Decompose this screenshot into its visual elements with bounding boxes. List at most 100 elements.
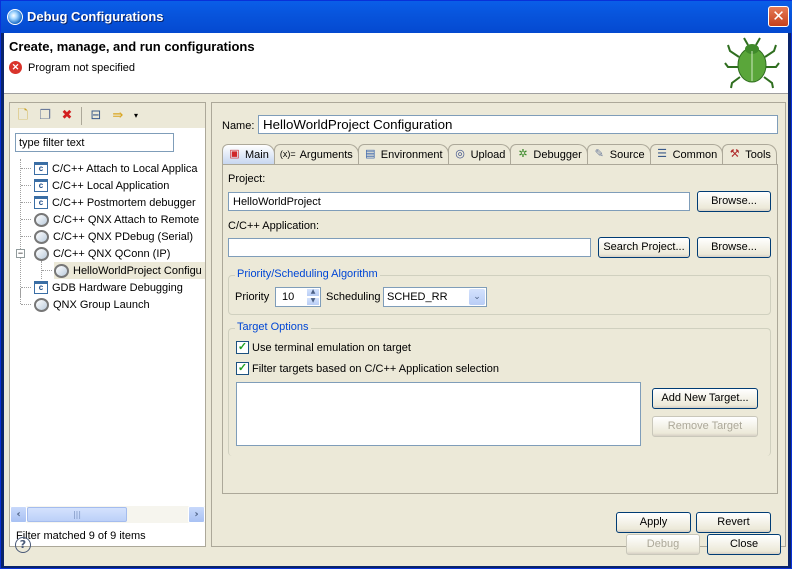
checkbox-checked-icon[interactable]: ✓	[236, 362, 249, 375]
revert-button[interactable]: Revert	[696, 512, 771, 533]
tree-item[interactable]: c C/C++ Attach to Local Applica	[34, 160, 198, 177]
close-window-button[interactable]: ✕	[768, 6, 789, 27]
tab-tools[interactable]: ⚒ Tools	[722, 144, 777, 164]
scroll-right-icon[interactable]: ›	[188, 506, 205, 523]
tree-item-label: C/C++ Local Application	[52, 179, 170, 192]
name-label: Name:	[222, 120, 255, 132]
apply-button[interactable]: Apply	[616, 512, 691, 533]
tab-arguments[interactable]: (x)= Arguments	[273, 144, 359, 164]
tab-source[interactable]: ✎ Source	[586, 144, 651, 164]
error-message: Program not specified	[28, 61, 135, 74]
eclipse-icon	[7, 9, 23, 25]
tab-upload[interactable]: ◎ Upload	[447, 144, 512, 164]
arguments-icon: (x)=	[279, 149, 296, 159]
tree-guide	[21, 202, 31, 203]
error-icon: ✕	[9, 61, 22, 74]
tree-item-label: C/C++ Postmortem debugger	[52, 196, 196, 209]
tree-guide	[21, 168, 31, 169]
horizontal-scrollbar[interactable]: ‹ ||| ›	[10, 506, 205, 523]
tree-item-label: C/C++ QNX PDebug (Serial)	[53, 230, 193, 243]
dialog-header: Create, manage, and run configurations ✕…	[4, 33, 788, 94]
tab-label: Arguments	[299, 148, 353, 161]
bug-icon	[724, 37, 780, 89]
tab-label: Tools	[745, 148, 771, 161]
tools-icon: ⚒	[729, 148, 740, 160]
new-icon[interactable]: 🗋	[15, 108, 31, 124]
tree-item[interactable]: QNX Group Launch	[34, 296, 150, 313]
tree-item[interactable]: C/C++ QNX PDebug (Serial)	[34, 228, 193, 245]
filter-input[interactable]	[15, 133, 174, 152]
close-button[interactable]: Close	[707, 534, 781, 555]
targets-list[interactable]	[236, 382, 641, 446]
scroll-track[interactable]	[127, 506, 188, 523]
tab-bar: ▣ Main (x)= Arguments ▤ Environment ◎ Up…	[222, 144, 778, 164]
debug-configurations-window: Debug Configurations ✕ Create, manage, a…	[0, 0, 792, 569]
tree-guide	[21, 287, 31, 288]
name-input[interactable]	[258, 115, 778, 134]
search-project-button[interactable]: Search Project...	[598, 237, 690, 258]
c-app-icon: c	[34, 162, 48, 175]
c-app-icon: c	[34, 281, 48, 294]
duplicate-icon[interactable]: ❐	[37, 108, 53, 124]
qnx-icon	[34, 246, 49, 261]
priority-stepper[interactable]: 10 ▲ ▼	[275, 287, 321, 307]
c-app-icon: c	[34, 179, 48, 192]
filter-targets-checkbox[interactable]: ✓ Filter targets based on C/C++ Applicat…	[236, 362, 499, 375]
tree-guide	[21, 185, 31, 186]
target-options-group: Target Options ✓ Use terminal emulation …	[228, 321, 771, 456]
delete-icon[interactable]: ✖	[59, 108, 75, 124]
debugger-icon: ✲	[518, 148, 528, 160]
scroll-left-icon[interactable]: ‹	[10, 506, 27, 523]
tab-label: Environment	[380, 148, 443, 161]
priority-label: Priority	[235, 291, 270, 303]
tree-item-label: HelloWorldProject Configu	[73, 264, 202, 277]
tab-environment[interactable]: ▤ Environment	[357, 144, 449, 164]
checkbox-checked-icon[interactable]: ✓	[236, 341, 249, 354]
scheduling-label: Scheduling	[326, 291, 381, 303]
main-icon: ▣	[229, 148, 240, 160]
browse-application-button[interactable]: Browse...	[697, 237, 771, 258]
collapse-icon[interactable]: ⊟	[88, 108, 104, 124]
increment-icon[interactable]: ▲	[306, 288, 320, 297]
qnx-icon	[54, 263, 69, 278]
tree-toolbar: 🗋 ❐ ✖ ⊟ ⇛ ▾	[10, 103, 205, 128]
tree-item[interactable]: c C/C++ Local Application	[34, 177, 169, 194]
priority-group-title: Priority/Scheduling Algorithm	[235, 268, 380, 280]
tree-guide	[20, 159, 21, 297]
dialog-body: Create, manage, and run configurations ✕…	[4, 33, 788, 566]
configuration-tree-pane: 🗋 ❐ ✖ ⊟ ⇛ ▾ c C/C++ Attach to Local Appl…	[9, 102, 206, 547]
tab-common[interactable]: ☰ Common	[649, 144, 724, 164]
tree-item[interactable]: C/C++ QNX QConn (IP)	[34, 245, 170, 262]
upload-icon: ◎	[455, 148, 465, 160]
toolbar-separator	[81, 106, 82, 125]
tab-main[interactable]: ▣ Main	[222, 144, 275, 164]
priority-value: 10	[282, 291, 295, 303]
tree-item[interactable]: C/C++ QNX Attach to Remote	[34, 211, 199, 228]
decrement-icon[interactable]: ▼	[306, 297, 320, 306]
help-icon[interactable]: ?	[15, 537, 31, 553]
chevron-down-icon[interactable]: ⌄	[469, 289, 485, 305]
window-title: Debug Configurations	[27, 9, 164, 24]
main-tab-content: Project: Browse... C/C++ Application: Se…	[222, 164, 778, 494]
checkbox-label: Use terminal emulation on target	[252, 341, 411, 354]
tree-item[interactable]: c GDB Hardware Debugging	[34, 279, 183, 296]
tree-item[interactable]: c C/C++ Postmortem debugger	[34, 194, 196, 211]
browse-project-button[interactable]: Browse...	[697, 191, 771, 212]
checkbox-label: Filter targets based on C/C++ Applicatio…	[252, 362, 500, 375]
filter-icon[interactable]: ⇛	[110, 108, 126, 124]
project-input[interactable]	[228, 192, 690, 211]
tree-guide	[20, 289, 21, 304]
priority-group: Priority/Scheduling Algorithm Priority 1…	[228, 268, 771, 315]
debug-button: Debug	[626, 534, 700, 555]
add-new-target-button[interactable]: Add New Target...	[652, 388, 758, 409]
collapse-toggle[interactable]: −	[16, 249, 25, 258]
header-title: Create, manage, and run configurations	[9, 39, 255, 54]
tab-debugger[interactable]: ✲ Debugger	[510, 144, 588, 164]
terminal-emulation-checkbox[interactable]: ✓ Use terminal emulation on target	[236, 341, 411, 354]
application-input[interactable]	[228, 238, 591, 257]
tree-item-selected[interactable]: HelloWorldProject Configu	[54, 262, 205, 279]
chevron-down-icon[interactable]: ▾	[132, 108, 140, 124]
scheduling-select[interactable]: SCHED_RR ⌄	[383, 287, 487, 307]
tab-label: Debugger	[533, 148, 582, 161]
scroll-thumb[interactable]: |||	[27, 507, 127, 522]
